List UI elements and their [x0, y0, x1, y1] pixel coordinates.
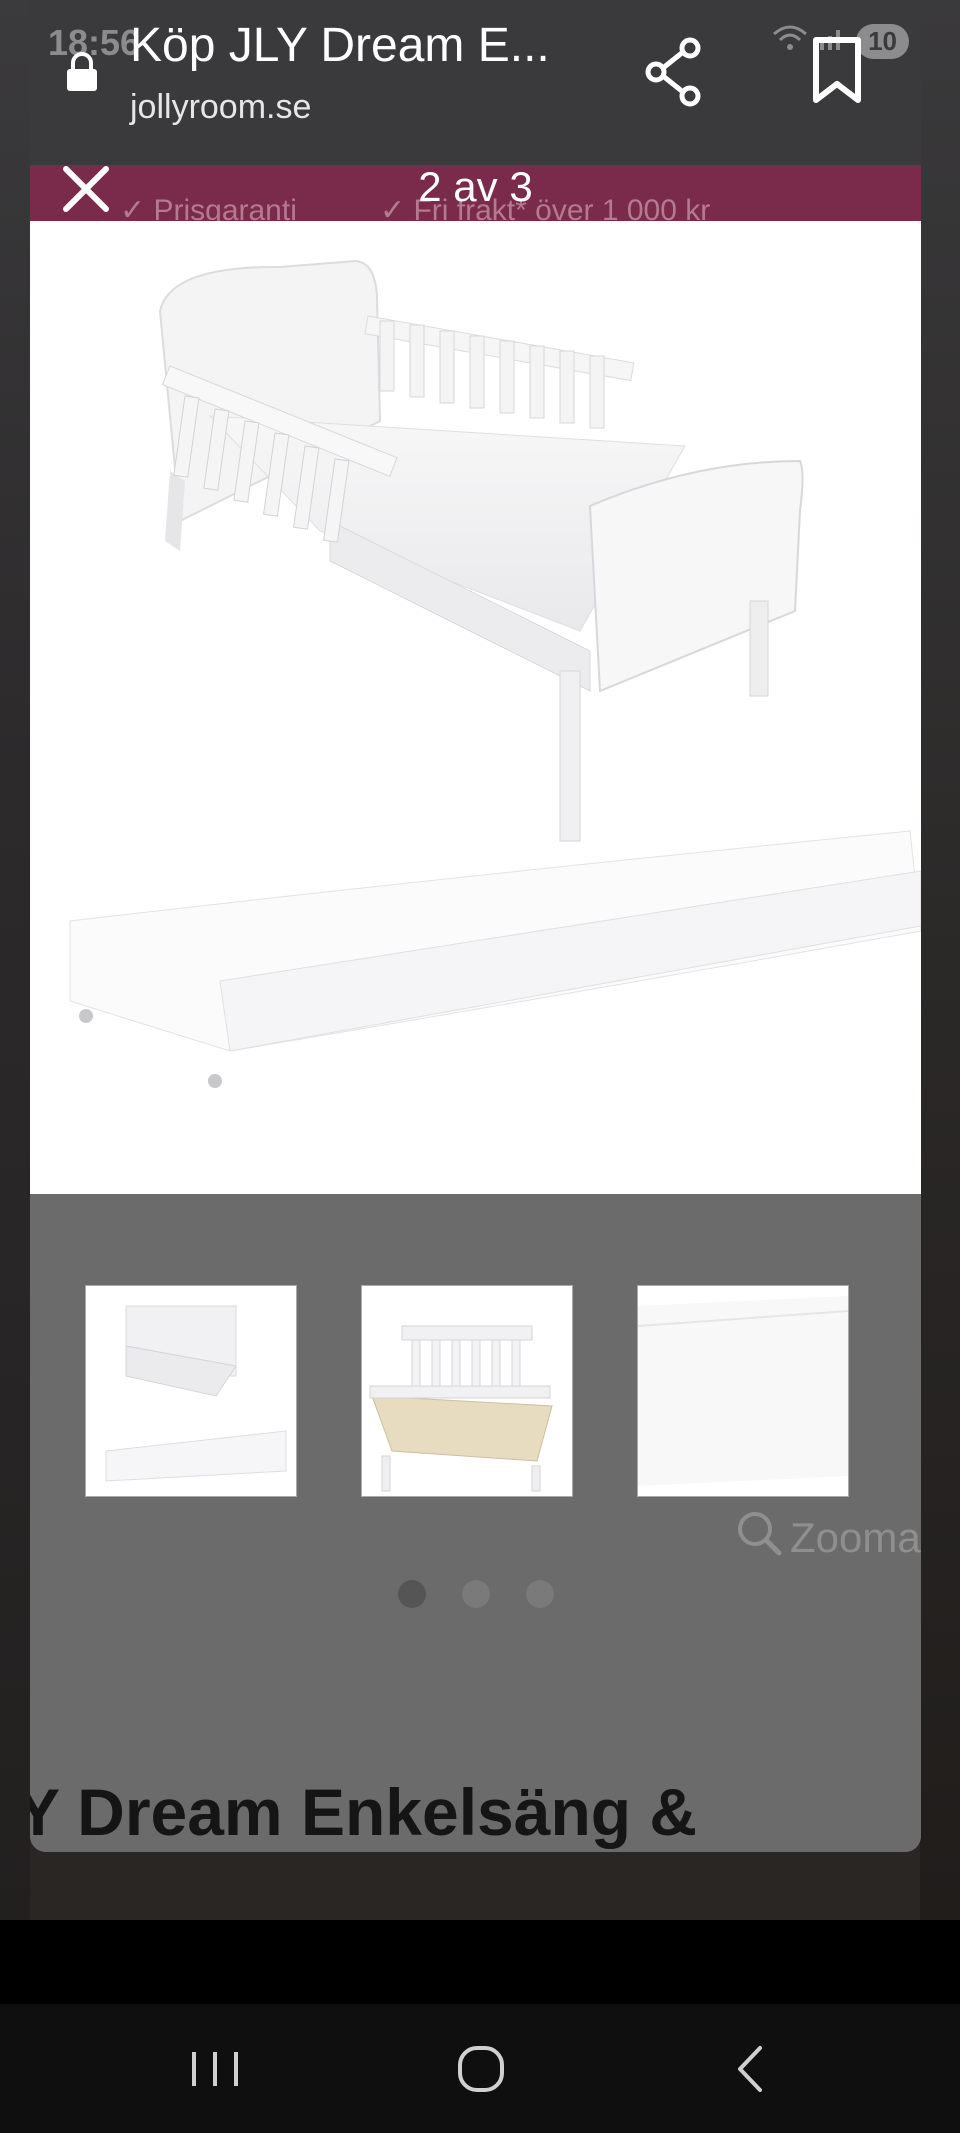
bottom-gap — [0, 1920, 960, 2004]
product-image[interactable] — [30, 221, 921, 1194]
recents-icon — [180, 2052, 250, 2108]
home-button[interactable] — [446, 2034, 516, 2104]
back-icon — [716, 2046, 786, 2108]
bookmark-icon — [810, 37, 864, 108]
product-heading: Y Dream Enkelsäng & — [30, 1775, 698, 1849]
search-icon — [736, 1510, 782, 1566]
back-button[interactable] — [716, 2034, 786, 2104]
pagination-dot-3[interactable] — [525, 1580, 554, 1608]
pagination-dot-2[interactable] — [461, 1580, 490, 1608]
wifi-icon — [772, 24, 808, 59]
system-navigation-bar — [0, 2004, 960, 2133]
lock-icon — [64, 52, 100, 92]
bookmark-button[interactable] — [810, 36, 864, 104]
page-title[interactable]: Köp JLY Dream E... — [130, 18, 550, 73]
background-right — [920, 0, 960, 1920]
thumbnail-3[interactable] — [637, 1285, 849, 1497]
image-counter: 2 av 3 — [418, 163, 533, 210]
zoom-label: Zooma — [790, 1514, 921, 1561]
share-button[interactable] — [642, 36, 706, 108]
thumbnail-1[interactable] — [85, 1285, 297, 1497]
page-domain[interactable]: jollyroom.se — [130, 88, 311, 127]
browser-toolbar: 18:56 10 Köp JLY Dream E... jollyroom.se — [30, 0, 921, 165]
zoom-button[interactable]: Zooma — [736, 1510, 921, 1566]
pagination-dots — [30, 1580, 921, 1608]
battery-badge: 10 — [856, 24, 909, 59]
recents-button[interactable] — [180, 2034, 250, 2104]
share-icon — [642, 37, 706, 112]
thumbnail-gallery: Zooma Y Dream Enkelsäng & — [30, 1194, 921, 1852]
thumbnail-2[interactable] — [361, 1285, 573, 1497]
browser-preview-card: 18:56 10 Köp JLY Dream E... jollyroom.se — [30, 0, 921, 1852]
home-icon — [446, 2046, 516, 2108]
pagination-dot-1[interactable] — [397, 1580, 426, 1608]
background-left — [0, 0, 30, 1920]
